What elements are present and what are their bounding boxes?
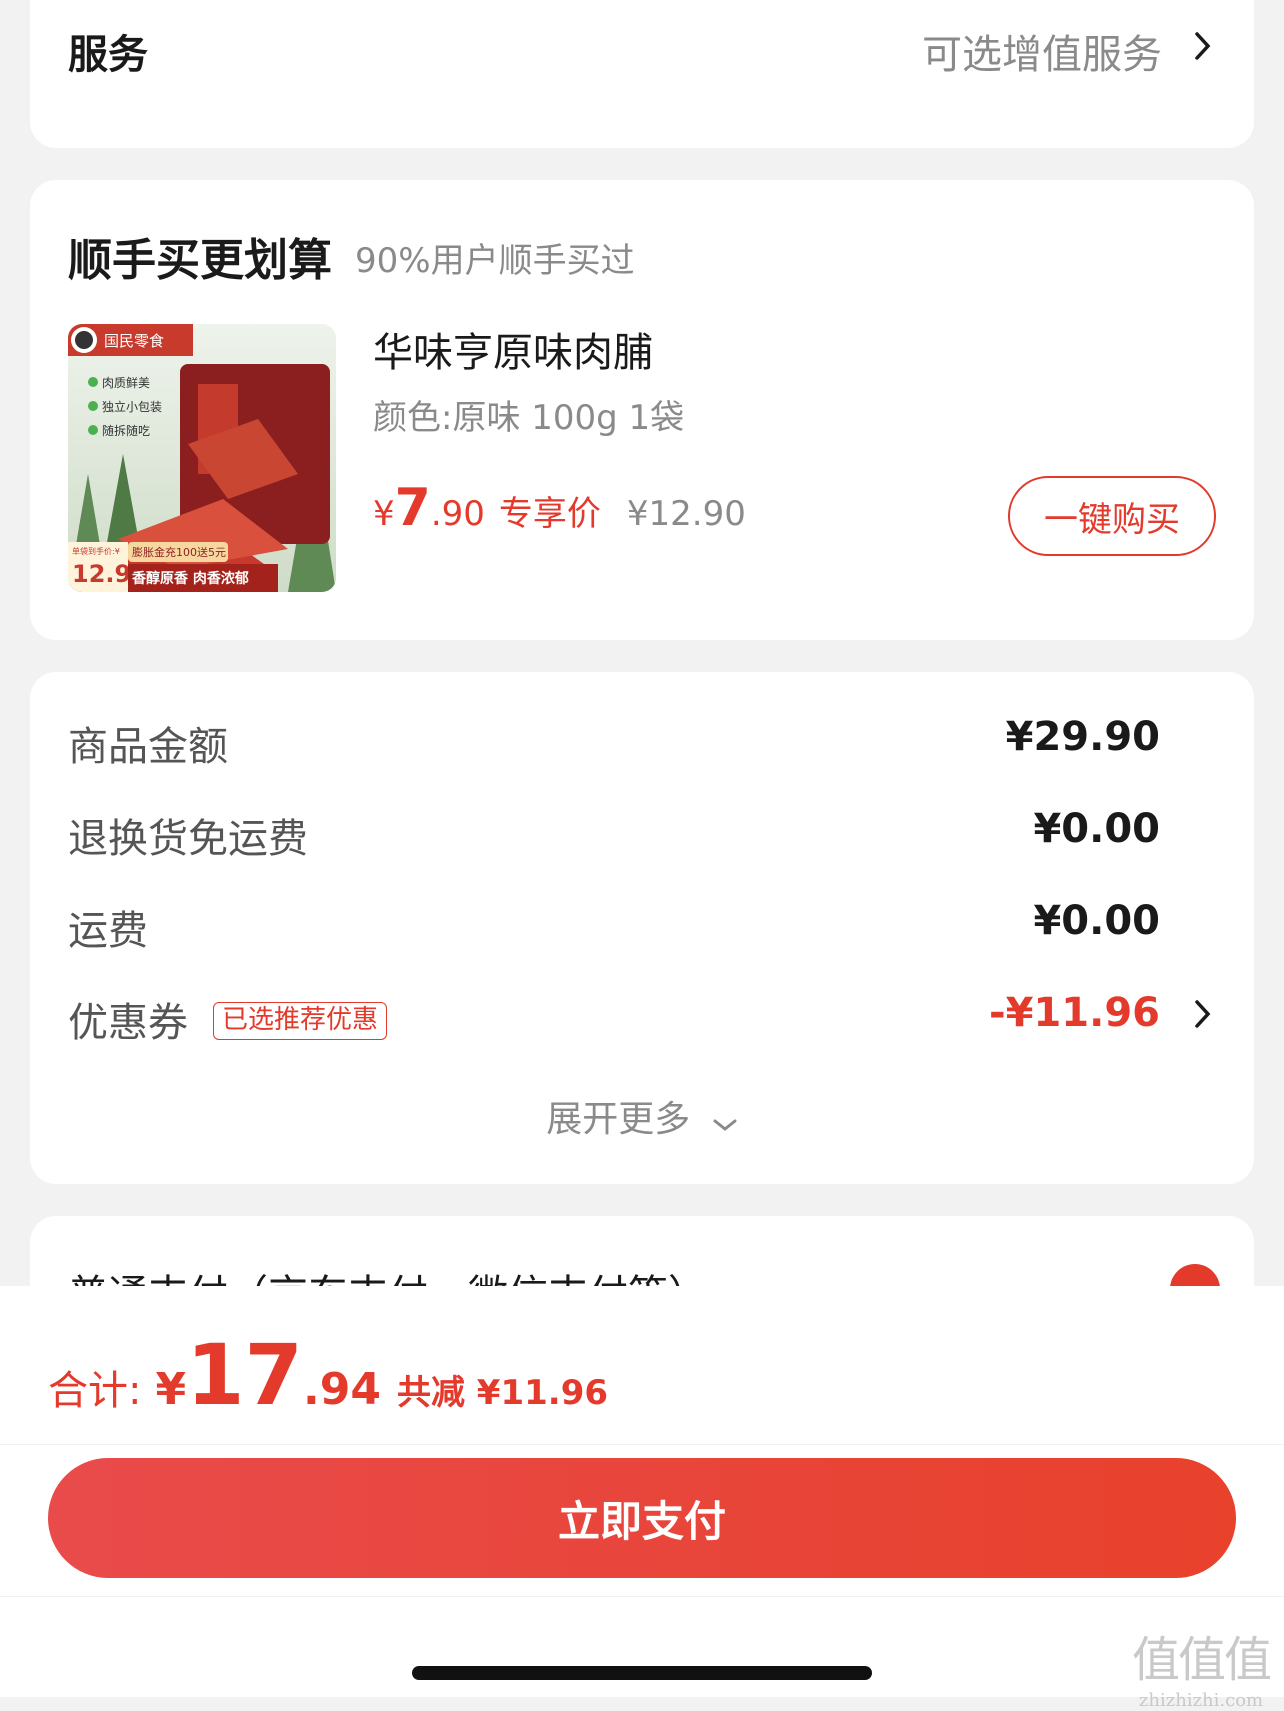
price-integer: 7 (394, 478, 431, 538)
original-price: ¥12.90 (626, 494, 746, 534)
total-label: 合计: (48, 1368, 142, 1414)
chevron-down-icon[interactable] (712, 1101, 738, 1142)
product-thumbnail[interactable]: 国民零食 肉质鲜美 独立小包装 随拆随吃 单袋到手价:¥ 12.9 膨胀金充10… (68, 324, 336, 592)
thumb-promo: 膨胀金充100送5元 (132, 545, 226, 559)
divider (0, 1444, 1284, 1445)
product-name[interactable]: 华味亨原味肉脯 (373, 320, 653, 378)
amount-value-goods: ¥29.90 (1005, 714, 1160, 760)
pay-now-button[interactable]: 立即支付 (48, 1458, 1236, 1578)
amount-label-goods: 商品金额 (68, 724, 228, 770)
service-card[interactable]: 服务 可选增值服务 (30, 0, 1254, 148)
coupon-badge: 已选推荐优惠 (213, 1002, 388, 1040)
thumb-slogan: 香醇原香 肉香浓郁 (131, 570, 249, 587)
watermark: 值值值 zhizhizhi.com (1126, 1620, 1276, 1711)
thumb-feature-1: 肉质鲜美 (102, 376, 150, 390)
service-title: 服务 (68, 32, 148, 78)
amount-label-shipping: 运费 (68, 908, 148, 954)
thumb-brand: 国民零食 (104, 332, 164, 350)
thumb-feature-3: 随拆随吃 (102, 423, 150, 438)
price-currency: ¥ (373, 494, 395, 534)
thumb-price-note: 单袋到手价:¥ (72, 546, 120, 556)
upsell-subtitle: 90%用户顺手买过 (355, 241, 635, 281)
product-price: ¥7.90 专享价 ¥12.90 (373, 478, 746, 538)
upsell-card: 顺手买更划算 90%用户顺手买过 国民零食 肉质鲜美 独立小包装 随拆随吃 单袋… (30, 180, 1254, 640)
chevron-right-icon[interactable] (1192, 998, 1214, 1030)
total-currency: ¥ (155, 1364, 187, 1415)
thumb-price-big: 12.9 (72, 560, 131, 588)
amount-card: 商品金额 ¥29.90 退换货免运费 ¥0.00 运费 ¥0.00 优惠券 已选… (30, 672, 1254, 1184)
thumb-feature-2: 独立小包装 (102, 399, 162, 414)
amount-value-return-shipping: ¥0.00 (1033, 806, 1160, 852)
checkout-bar: 合计: ¥17.94 共减 ¥11.96 立即支付 值值值 zhizhizhi.co… (0, 1286, 1284, 1711)
total-row: 合计: ¥17.94 共减 ¥11.96 (48, 1326, 608, 1424)
product-spec: 颜色:原味 100g 1袋 (373, 398, 685, 438)
total-decimal: .94 (303, 1364, 381, 1415)
watermark-url: zhizhizhi.com (1138, 1690, 1264, 1711)
divider (0, 1596, 1284, 1597)
upsell-title: 顺手买更划算 (68, 235, 332, 286)
watermark-logo: 值值值 (1131, 1632, 1272, 1688)
chevron-right-icon[interactable] (1192, 30, 1214, 62)
one-click-buy-button[interactable]: 一键购买 (1008, 476, 1216, 556)
service-value[interactable]: 可选增值服务 (922, 22, 1162, 80)
amount-label-return-shipping: 退换货免运费 (68, 816, 308, 862)
price-decimal: .90 (430, 494, 485, 534)
amount-label-coupon[interactable]: 优惠券 (68, 990, 188, 1048)
amount-value-shipping: ¥0.00 (1033, 898, 1160, 944)
price-tag: 专享价 (498, 494, 601, 534)
expand-more-label[interactable]: 展开更多 (546, 1099, 690, 1140)
total-integer: 17 (186, 1326, 304, 1424)
home-indicator[interactable] (412, 1666, 872, 1680)
amount-value-coupon[interactable]: -¥11.96 (989, 990, 1160, 1036)
total-discount: 共减 ¥11.96 (396, 1373, 609, 1413)
expand-more[interactable]: 展开更多 (30, 1090, 1254, 1142)
